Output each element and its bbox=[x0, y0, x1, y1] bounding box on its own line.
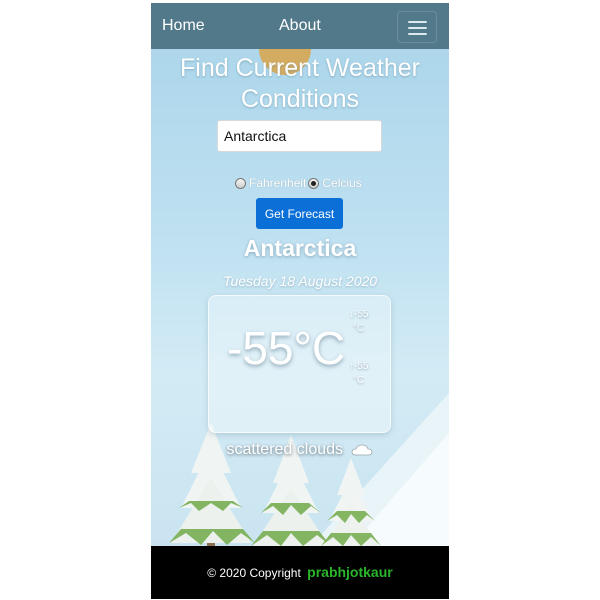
celsius-radio[interactable] bbox=[308, 177, 320, 189]
app-screen: Home About Find Current Weather Conditio… bbox=[151, 3, 449, 599]
result-date: Tuesday 18 August 2020 bbox=[222, 273, 378, 289]
max-temperature-unit: °C bbox=[353, 323, 365, 334]
hamburger-menu-icon[interactable] bbox=[397, 11, 437, 43]
min-temperature: ↑-55 °C bbox=[349, 360, 368, 388]
nav-home-link[interactable]: Home bbox=[162, 17, 205, 35]
fahrenheit-radio[interactable] bbox=[235, 177, 246, 189]
copyright-text: © 2020 Copyright bbox=[207, 566, 301, 580]
footer: © 2020 Copyright prabhjotkaur bbox=[151, 546, 449, 599]
max-temperature: ↓-55 °C bbox=[349, 308, 368, 336]
celsius-label: Celcius bbox=[322, 176, 362, 190]
weather-description: scattered clouds bbox=[151, 441, 449, 459]
weather-description-text: scattered clouds bbox=[226, 441, 344, 458]
page-title: Find Current Weather Conditions bbox=[180, 54, 420, 113]
min-temperature-value: -55 bbox=[354, 361, 369, 372]
unit-selector: Fahrenheit Celcius bbox=[235, 174, 364, 192]
result-city-name: Antarctica bbox=[243, 235, 357, 261]
max-temperature-value: -55 bbox=[354, 309, 369, 320]
get-forecast-button[interactable]: Get Forecast bbox=[256, 198, 343, 229]
current-temperature: -55°C bbox=[227, 322, 346, 374]
city-search-input[interactable] bbox=[217, 120, 382, 152]
cloud-icon bbox=[352, 444, 373, 456]
author-link[interactable]: prabhjotkaur bbox=[307, 564, 393, 580]
navbar: Home About bbox=[151, 3, 449, 49]
min-temperature-unit: °C bbox=[353, 375, 365, 386]
temperature-card: -55°C ↓-55 °C ↑-55 °C bbox=[208, 295, 391, 433]
fahrenheit-label: Fahrenheit bbox=[249, 176, 307, 190]
nav-about-link[interactable]: About bbox=[279, 17, 321, 35]
